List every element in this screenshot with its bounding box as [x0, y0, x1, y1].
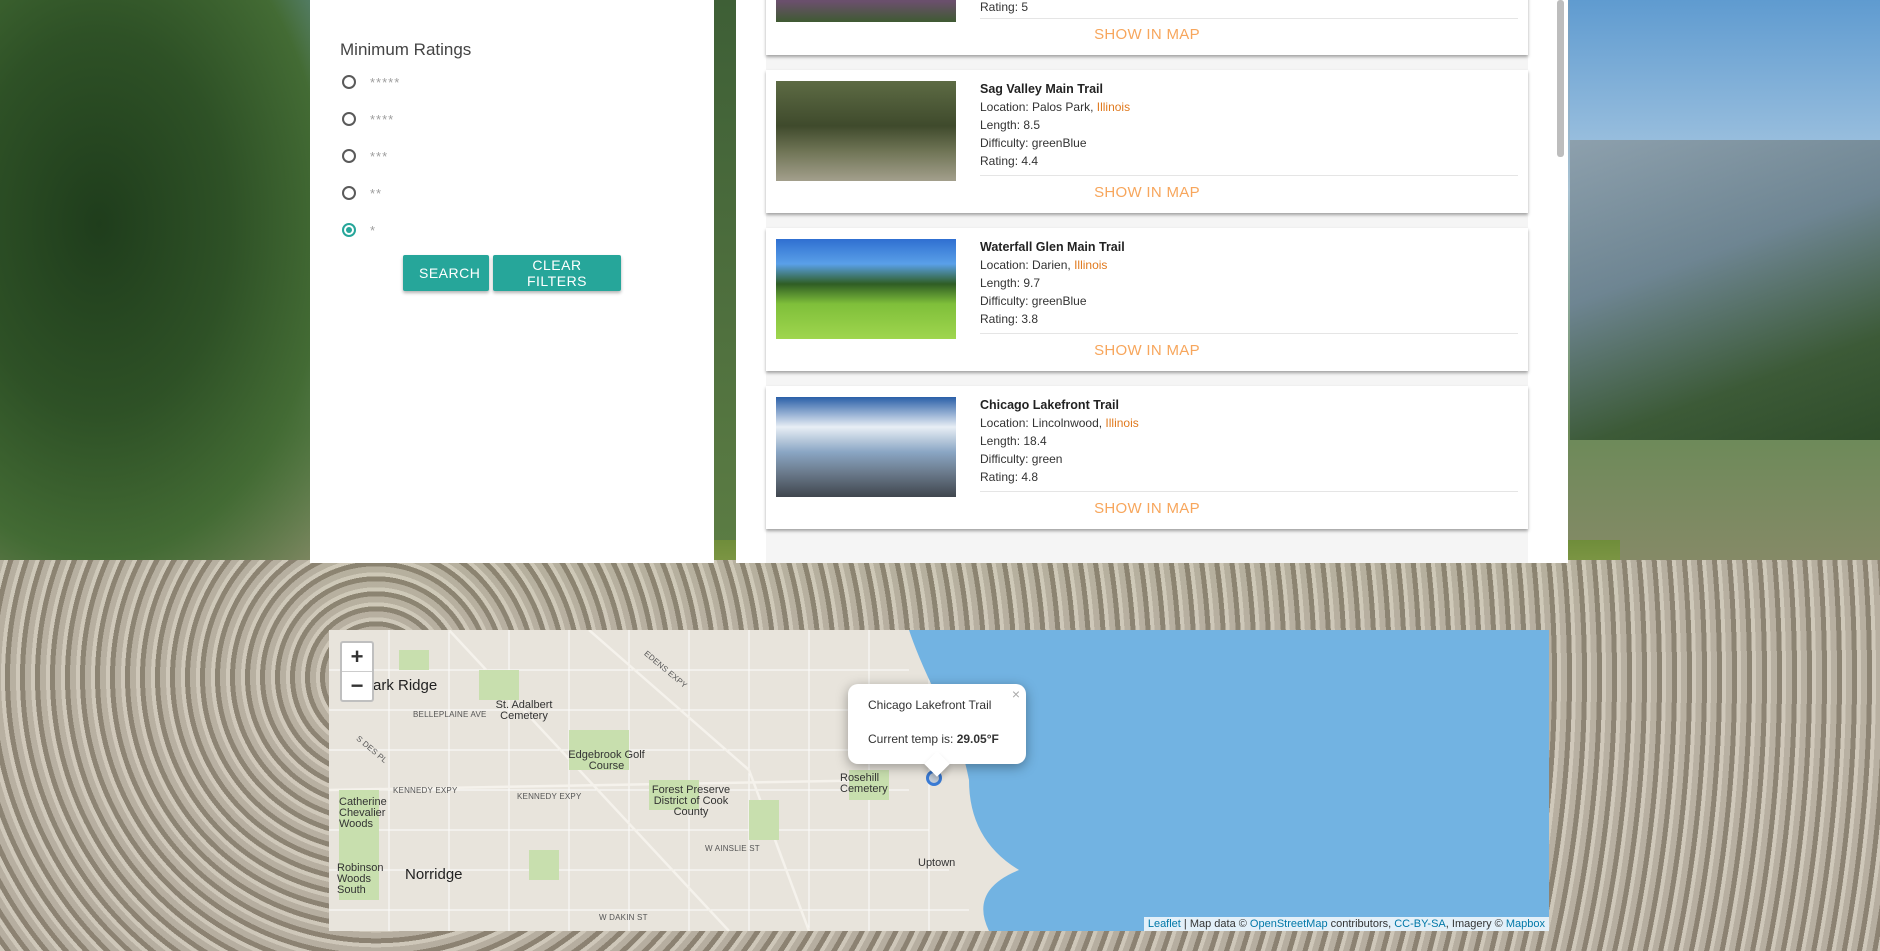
- trail-difficulty: Difficulty: green: [980, 452, 1063, 466]
- background-sky: [1570, 0, 1880, 160]
- map-label-norridge: Norridge: [405, 866, 463, 883]
- clear-filters-button[interactable]: CLEAR FILTERS: [493, 255, 621, 291]
- trail-card: Sag Valley Main Trail Location: Palos Pa…: [766, 70, 1528, 213]
- trail-rating: Rating: 5: [980, 0, 1029, 14]
- trail-list: Rating: 5 SHOW IN MAP Sag Valley Main Tr…: [766, 0, 1528, 563]
- radio-button[interactable]: [342, 149, 356, 163]
- background-forest: [0, 0, 330, 560]
- popup-close-icon[interactable]: ×: [1012, 686, 1020, 702]
- trail-list-panel[interactable]: Rating: 5 SHOW IN MAP Sag Valley Main Tr…: [736, 0, 1568, 563]
- trail-info: Sag Valley Main Trail Location: Palos Pa…: [980, 80, 1130, 170]
- divider: [980, 175, 1518, 176]
- background-mountain: [1570, 140, 1880, 440]
- map-attribution: Leaflet | Map data © OpenStreetMap contr…: [1143, 917, 1549, 931]
- divider: [980, 18, 1518, 19]
- radio-button[interactable]: [342, 186, 356, 200]
- radio-button-selected[interactable]: [342, 223, 356, 237]
- location-text: Location: Lincolnwood,: [980, 416, 1106, 430]
- street-label-belleplaine: BELLEPLAINE AVE: [413, 710, 487, 719]
- trail-difficulty: Difficulty: greenBlue: [980, 294, 1087, 308]
- rating-option-5[interactable]: *****: [342, 71, 400, 93]
- divider: [980, 333, 1518, 334]
- trail-thumbnail: [776, 81, 956, 181]
- trail-rating: Rating: 4.4: [980, 154, 1039, 168]
- trail-length: Length: 8.5: [980, 118, 1041, 132]
- filter-title: Minimum Ratings: [340, 40, 472, 59]
- map[interactable]: Park Ridge Norridge St. Adalbert Cemeter…: [329, 630, 1549, 931]
- rating-option-3[interactable]: ***: [342, 145, 388, 167]
- street-label-dakin: W DAKIN ST: [599, 913, 648, 922]
- trail-name: Waterfall Glen Main Trail: [980, 240, 1125, 254]
- trail-card-partial: Rating: 5 SHOW IN MAP: [766, 0, 1528, 55]
- location-state: Illinois: [1074, 258, 1108, 272]
- attribution-text: | Map data ©: [1180, 918, 1250, 930]
- radio-button[interactable]: [342, 112, 356, 126]
- rating-label: *: [370, 222, 377, 238]
- filter-panel: Minimum Ratings ***** **** *** ** * SEAR…: [310, 0, 714, 563]
- location-state: Illinois: [1105, 416, 1139, 430]
- trail-thumbnail: [776, 0, 956, 22]
- map-label-robinson: Robinson Woods South: [337, 862, 384, 896]
- rating-label: ***: [370, 148, 389, 164]
- location-text: Location: Darien,: [980, 258, 1075, 272]
- map-label-forest-preserve: Forest Preserve District of Cook County: [651, 784, 731, 818]
- rating-label: *****: [370, 74, 401, 90]
- rating-label: ****: [370, 111, 395, 127]
- trail-card: Waterfall Glen Main Trail Location: Dari…: [766, 228, 1528, 371]
- trail-location: Location: Darien, Illinois: [980, 256, 1125, 274]
- show-in-map-link[interactable]: SHOW IN MAP: [766, 342, 1528, 359]
- popup-temperature: Current temp is: 29.05°F: [868, 732, 999, 746]
- trail-location: Location: Palos Park, Illinois: [980, 98, 1130, 116]
- map-label-rosehill: Rosehill Cemetery: [840, 772, 888, 795]
- scrollbar[interactable]: [1557, 0, 1564, 157]
- trail-location: Location: Lincolnwood, Illinois: [980, 414, 1139, 432]
- map-popup: × Chicago Lakefront Trail Current temp i…: [848, 684, 1026, 777]
- trail-difficulty: Difficulty: greenBlue: [980, 136, 1087, 150]
- map-label-uptown: Uptown: [918, 857, 956, 869]
- popup-title: Chicago Lakefront Trail: [868, 698, 992, 712]
- trail-rating: Rating: 4.8: [980, 470, 1039, 484]
- attribution-text: contributors,: [1327, 918, 1395, 930]
- map-label-edgebrook: Edgebrook Golf Course: [568, 749, 645, 772]
- map-label-park-ridge: Park Ridge: [363, 677, 438, 694]
- location-state: Illinois: [1096, 100, 1131, 114]
- trail-rating: Rating: 3.8: [980, 312, 1039, 326]
- search-button[interactable]: SEARCH: [403, 255, 489, 291]
- map-label-catherine: Catherine Chevalier Woods: [339, 796, 387, 830]
- street-label-kennedy: KENNEDY EXPY: [393, 786, 458, 795]
- street-label-kennedy-2: KENNEDY EXPY: [517, 792, 582, 801]
- zoom-control: + −: [340, 641, 374, 702]
- divider: [980, 491, 1518, 492]
- trail-thumbnail: [776, 397, 956, 497]
- location-text: Location: Palos Park,: [980, 100, 1097, 114]
- openstreetmap-link[interactable]: OpenStreetMap: [1250, 918, 1328, 930]
- show-in-map-link[interactable]: SHOW IN MAP: [766, 184, 1528, 201]
- trail-name: Chicago Lakefront Trail: [980, 398, 1119, 412]
- trail-info: Waterfall Glen Main Trail Location: Dari…: [980, 238, 1125, 328]
- zoom-out-button[interactable]: −: [342, 672, 372, 700]
- attribution-text: , Imagery ©: [1445, 918, 1506, 930]
- popup-temp-label: Current temp is:: [868, 732, 957, 746]
- trail-name: Sag Valley Main Trail: [980, 82, 1103, 96]
- leaflet-link[interactable]: Leaflet: [1148, 918, 1181, 930]
- show-in-map-link[interactable]: SHOW IN MAP: [766, 500, 1528, 517]
- zoom-in-button[interactable]: +: [342, 643, 372, 672]
- mapbox-link[interactable]: Mapbox: [1506, 918, 1545, 930]
- trail-length: Length: 9.7: [980, 276, 1041, 290]
- popup-temp-value: 29.05°F: [956, 732, 999, 746]
- map-label-st-adalbert: St. Adalbert Cemetery: [495, 699, 553, 722]
- rating-label: **: [370, 185, 383, 201]
- rating-option-1[interactable]: *: [342, 219, 376, 241]
- rating-option-4[interactable]: ****: [342, 108, 394, 130]
- show-in-map-link[interactable]: SHOW IN MAP: [766, 26, 1528, 43]
- street-label-ainslie: W AINSLIE ST: [705, 844, 760, 853]
- trail-length: Length: 18.4: [980, 434, 1047, 448]
- trail-thumbnail: [776, 239, 956, 339]
- trail-info: Chicago Lakefront Trail Location: Lincol…: [980, 396, 1139, 486]
- trail-card: Chicago Lakefront Trail Location: Lincol…: [766, 386, 1528, 529]
- rating-option-2[interactable]: **: [342, 182, 382, 204]
- radio-button[interactable]: [342, 75, 356, 89]
- cc-by-sa-link[interactable]: CC-BY-SA: [1394, 918, 1446, 930]
